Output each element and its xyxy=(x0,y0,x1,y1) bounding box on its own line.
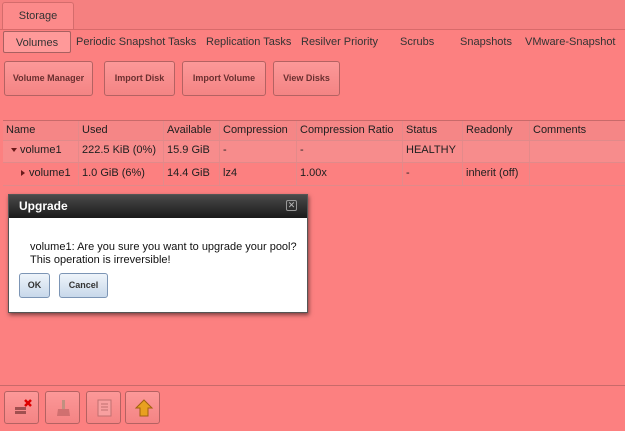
column-header-status[interactable]: Status xyxy=(403,121,463,140)
volume-name: volume1 xyxy=(20,144,62,156)
column-header-available[interactable]: Available xyxy=(164,121,220,140)
table-row[interactable]: volume1 1.0 GiB (6%) 14.4 GiB lz4 1.00x … xyxy=(3,163,625,186)
column-header-name[interactable]: Name xyxy=(3,121,79,140)
row-readonly-cell: inherit (off) xyxy=(463,163,530,185)
import-disk-button[interactable]: Import Disk xyxy=(104,61,175,96)
row-available-cell: 14.4 GiB xyxy=(164,163,220,185)
volume-status-icon xyxy=(97,399,112,417)
column-header-compression-ratio[interactable]: Compression Ratio xyxy=(297,121,403,140)
dialog-title-bar[interactable]: Upgrade ✕ xyxy=(9,195,307,218)
scrub-volume-button[interactable] xyxy=(45,391,80,424)
column-header-readonly[interactable]: Readonly xyxy=(463,121,530,140)
tab-volumes[interactable]: Volumes xyxy=(3,31,71,53)
expanded-arrow-icon[interactable] xyxy=(11,148,17,153)
row-compression-ratio-cell: 1.00x xyxy=(297,163,403,185)
column-header-used[interactable]: Used xyxy=(79,121,164,140)
row-comments-cell xyxy=(530,163,625,185)
upgrade-volume-icon xyxy=(134,399,154,417)
row-available-cell: 15.9 GiB xyxy=(164,141,220,162)
row-comments-cell xyxy=(530,141,625,162)
volume-toolbar: Volume Manager Import Disk Import Volume… xyxy=(0,58,625,100)
ok-button[interactable]: OK xyxy=(19,273,50,298)
upgrade-dialog: Upgrade ✕ volume1: Are you sure you want… xyxy=(8,194,308,313)
view-disks-button[interactable]: View Disks xyxy=(273,61,340,96)
tab-periodic-snapshot-tasks[interactable]: Periodic Snapshot Tasks xyxy=(76,31,196,53)
tab-snapshots[interactable]: Snapshots xyxy=(460,31,512,53)
table-row[interactable]: volume1 222.5 KiB (0%) 15.9 GiB - - HEAL… xyxy=(3,141,625,163)
row-status-cell: - xyxy=(403,163,463,185)
volume-manager-button[interactable]: Volume Manager xyxy=(4,61,93,96)
column-header-comments[interactable]: Comments xyxy=(530,121,625,140)
import-volume-button[interactable]: Import Volume xyxy=(182,61,266,96)
row-compression-cell: lz4 xyxy=(220,163,297,185)
main-tab-bar: Storage xyxy=(0,0,625,30)
dialog-message-line1: volume1: Are you sure you want to upgrad… xyxy=(30,241,297,253)
row-readonly-cell xyxy=(463,141,530,162)
tab-resilver-priority[interactable]: Resilver Priority xyxy=(301,31,378,53)
sub-tab-bar: Volumes Periodic Snapshot Tasks Replicat… xyxy=(0,30,625,54)
close-icon[interactable]: ✕ xyxy=(286,200,297,211)
row-compression-ratio-cell: - xyxy=(297,141,403,162)
dialog-message-line2: This operation is irreversible! xyxy=(30,254,171,266)
column-header-compression[interactable]: Compression xyxy=(220,121,297,140)
collapsed-arrow-icon[interactable] xyxy=(21,170,25,177)
row-name-cell: volume1 xyxy=(3,163,79,185)
upgrade-volume-button[interactable] xyxy=(125,391,160,424)
dataset-name: volume1 xyxy=(29,167,71,179)
volume-actions-bar xyxy=(0,385,625,431)
cancel-button[interactable]: Cancel xyxy=(59,273,108,298)
row-compression-cell: - xyxy=(220,141,297,162)
tab-storage[interactable]: Storage xyxy=(2,2,74,29)
tab-scrubs[interactable]: Scrubs xyxy=(400,31,434,53)
row-status-cell: HEALTHY xyxy=(403,141,463,162)
scrub-volume-icon xyxy=(57,400,70,416)
table-header-row: Name Used Available Compression Compress… xyxy=(3,121,625,141)
detach-volume-button[interactable] xyxy=(4,391,39,424)
dialog-title: Upgrade xyxy=(19,199,68,213)
tab-replication-tasks[interactable]: Replication Tasks xyxy=(206,31,291,53)
tab-vmware-snapshot[interactable]: VMware-Snapshot xyxy=(525,31,616,53)
volume-status-button[interactable] xyxy=(86,391,121,424)
dialog-message: volume1: Are you sure you want to upgrad… xyxy=(30,241,297,267)
row-name-cell: volume1 xyxy=(3,141,79,162)
row-used-cell: 1.0 GiB (6%) xyxy=(79,163,164,185)
row-used-cell: 222.5 KiB (0%) xyxy=(79,141,164,162)
volumes-table: Name Used Available Compression Compress… xyxy=(3,120,625,186)
detach-volume-icon xyxy=(15,399,32,414)
